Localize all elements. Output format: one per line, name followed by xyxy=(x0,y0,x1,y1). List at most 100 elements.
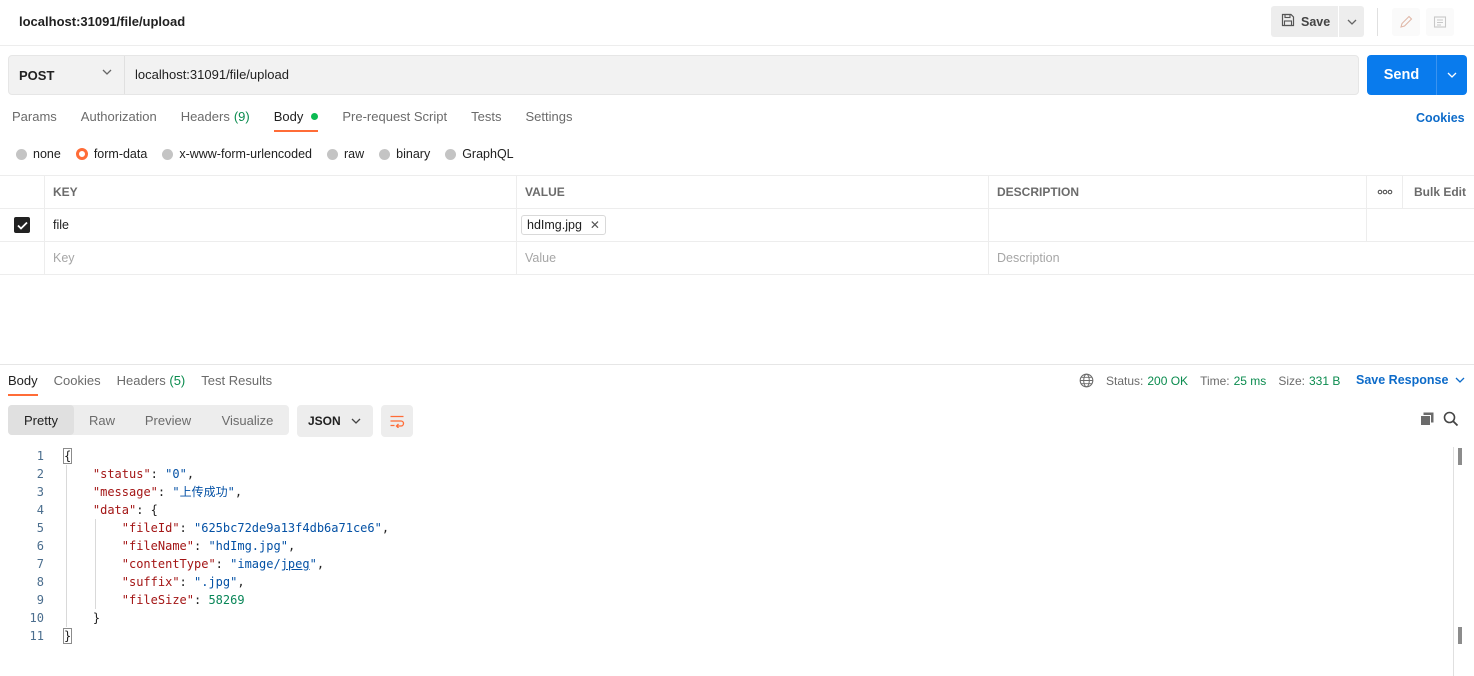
tab-authorization[interactable]: Authorization xyxy=(81,108,157,132)
tab-label: Headers xyxy=(180,108,230,124)
radio-raw[interactable]: raw xyxy=(327,147,364,161)
time-info[interactable]: Time: 25 ms xyxy=(1200,374,1266,388)
row-spacer xyxy=(1367,209,1403,241)
description-cell[interactable] xyxy=(989,209,1367,241)
size-label: Size: xyxy=(1278,373,1305,388)
key-cell[interactable]: file xyxy=(45,209,517,241)
tab-body[interactable]: Body xyxy=(273,108,319,132)
edit-button[interactable] xyxy=(1392,8,1420,36)
json-string: "上传成功" xyxy=(172,485,235,499)
response-tab-headers[interactable]: Headers (5) xyxy=(117,373,186,396)
json-punctuation: { xyxy=(62,448,73,464)
file-name: hdImg.jpg xyxy=(527,218,582,232)
json-key: "fileName" xyxy=(121,539,194,553)
radio-form-data[interactable]: form-data xyxy=(75,147,147,161)
code-text: "data": { xyxy=(93,501,158,519)
tab-label: Body xyxy=(8,373,38,388)
json-string: "hdImg.jpg" xyxy=(208,539,288,553)
radio-label: raw xyxy=(344,147,365,161)
json-key: "message" xyxy=(92,485,158,499)
tab-label: Params xyxy=(12,108,57,124)
json-punctuation: , xyxy=(316,557,325,571)
row-checkbox[interactable] xyxy=(14,217,30,233)
code-text: "contentType": "image/jpeg", xyxy=(122,555,324,573)
radio-binary[interactable]: binary xyxy=(379,147,430,161)
search-icon[interactable] xyxy=(1443,411,1459,430)
response-tab-cookies[interactable]: Cookies xyxy=(54,373,101,396)
json-punctuation: } xyxy=(92,611,101,625)
radio-label: GraphQL xyxy=(462,147,514,161)
response-tab-test-results[interactable]: Test Results xyxy=(201,373,272,396)
language-select[interactable]: JSON xyxy=(297,405,373,437)
globe-icon[interactable] xyxy=(1079,373,1094,388)
format-pretty[interactable]: Pretty xyxy=(8,405,74,435)
format-toggle-group: Pretty Raw Preview Visualize xyxy=(8,405,289,435)
send-button[interactable]: Send xyxy=(1367,55,1436,95)
bulk-edit-button[interactable]: Bulk Edit xyxy=(1403,176,1474,208)
value-cell[interactable]: hdImg.jpg ✕ xyxy=(517,209,989,241)
radio-label: none xyxy=(33,147,61,161)
tab-label: Test Results xyxy=(201,373,273,388)
code-line: 10} xyxy=(0,609,1450,627)
send-options-button[interactable] xyxy=(1436,55,1467,95)
json-number: 58269 xyxy=(208,593,245,607)
copy-icon[interactable] xyxy=(1419,411,1435,430)
tab-headers[interactable]: Headers (9) xyxy=(181,108,250,132)
json-punctuation: : xyxy=(157,485,173,499)
json-punctuation: , xyxy=(186,467,195,481)
code-line: 6 "fileName": "hdImg.jpg", xyxy=(0,537,1450,555)
title-bar: localhost:31091/file/upload Save xyxy=(0,0,1474,46)
description-input[interactable]: Description xyxy=(989,242,1367,274)
active-dot-indicator xyxy=(311,112,319,120)
header-checkbox-cell xyxy=(0,176,45,208)
tab-label: Settings xyxy=(525,108,573,124)
save-button[interactable]: Save xyxy=(1271,6,1338,37)
code-line: 11} xyxy=(0,627,1450,645)
tab-pre-request-script[interactable]: Pre-request Script xyxy=(342,108,447,132)
line-number: 8 xyxy=(36,575,44,589)
method-select[interactable]: POST xyxy=(9,56,125,94)
scrollbar-track[interactable] xyxy=(1453,447,1454,676)
table-row-empty: Key Value Description xyxy=(0,242,1474,275)
code-text: } xyxy=(62,627,73,645)
close-icon[interactable]: ✕ xyxy=(590,218,600,232)
form-data-table: KEY VALUE DESCRIPTION Bulk Edit file hdI… xyxy=(0,175,1474,275)
code-line: 4 "data": { xyxy=(0,501,1450,519)
format-raw[interactable]: Raw xyxy=(74,405,130,435)
radio-none[interactable]: none xyxy=(16,147,61,161)
tab-params[interactable]: Params xyxy=(12,108,57,132)
response-code-view[interactable]: 1{2 "status": "0", 3 "message": "上传成功", 4 "da… xyxy=(0,447,1450,645)
documentation-button[interactable] xyxy=(1426,8,1454,36)
size-info[interactable]: Size: 331 B xyxy=(1278,374,1340,388)
response-divider[interactable] xyxy=(0,364,1474,365)
format-preview[interactable]: Preview xyxy=(130,405,206,435)
key-input[interactable]: Key xyxy=(45,242,517,274)
radio-graphql[interactable]: GraphQL xyxy=(445,147,514,161)
header-value: VALUE xyxy=(517,176,989,208)
file-chip: hdImg.jpg ✕ xyxy=(521,215,606,235)
format-visualize[interactable]: Visualize xyxy=(206,405,289,435)
tab-tests[interactable]: Tests xyxy=(471,108,501,132)
save-label: Save xyxy=(1301,14,1331,29)
json-key: "contentType" xyxy=(121,557,216,571)
column-options-button[interactable] xyxy=(1367,176,1403,208)
tab-label: Authorization xyxy=(80,108,157,124)
cookies-link[interactable]: Cookies xyxy=(1416,111,1465,125)
wrap-lines-button[interactable] xyxy=(381,405,413,437)
code-line: 1{ xyxy=(0,447,1450,465)
response-tab-body[interactable]: Body xyxy=(8,373,38,396)
save-options-button[interactable] xyxy=(1339,6,1364,37)
tab-settings[interactable]: Settings xyxy=(525,108,572,132)
status-info[interactable]: Status: 200 OK xyxy=(1106,374,1188,388)
request-title[interactable]: localhost:31091/file/upload xyxy=(19,14,185,29)
url-input[interactable]: localhost:31091/file/upload xyxy=(135,56,289,94)
value-input[interactable]: Value xyxy=(517,242,989,274)
line-number: 5 xyxy=(36,521,44,535)
document-icon xyxy=(1433,16,1447,28)
language-label: JSON xyxy=(308,414,341,428)
tab-label: Pre-request Script xyxy=(342,108,448,124)
code-text: "suffix": ".jpg", xyxy=(122,573,245,591)
save-response-button[interactable]: Save Response xyxy=(1356,373,1465,387)
radio-x-www-form-urlencoded[interactable]: x-www-form-urlencoded xyxy=(162,147,312,161)
radio-circle xyxy=(379,148,391,160)
